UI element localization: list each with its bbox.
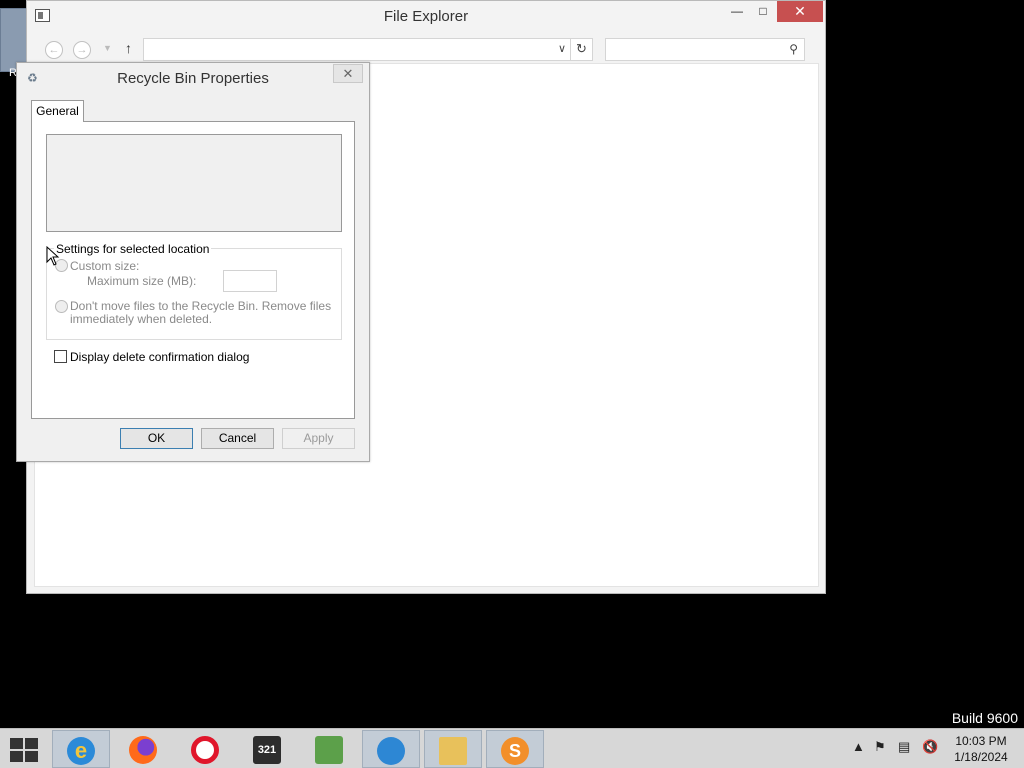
recycle-bin-properties-dialog: ♻ Recycle Bin Properties ✕ General Setti… [16,62,370,462]
taskbar-opera[interactable] [176,730,234,768]
refresh-icon[interactable]: ↻ [570,39,592,60]
internet-explorer-icon: e [67,737,95,765]
taskbar-media-player[interactable]: 321 [238,730,296,768]
address-bar[interactable]: ∨ ↻ [143,38,593,61]
forward-arrow-icon[interactable]: → [73,41,91,59]
cancel-button[interactable]: Cancel [201,428,274,449]
taskbar-thunderbird[interactable] [362,730,420,768]
network-icon[interactable]: ▤ [898,739,910,755]
system-clock[interactable]: 10:03 PM 1/18/2024 [948,733,1014,765]
location-settings-group: Settings for selected location Custom si… [46,242,342,340]
recent-locations-chevron-icon[interactable]: ▼ [103,43,112,53]
ok-button[interactable]: OK [120,428,193,449]
close-button[interactable]: ✕ [777,1,823,22]
package-installer-icon [315,736,343,764]
folder-icon [439,737,467,765]
dialog-close-button[interactable]: ✕ [333,64,363,83]
start-button[interactable] [10,738,40,762]
location-list[interactable] [46,134,342,232]
max-size-input[interactable] [223,270,277,292]
sublime-text-icon: S [501,737,529,765]
delete-confirmation-checkbox[interactable] [54,350,67,363]
windows-logo-icon [10,738,23,749]
custom-size-label: Custom size: [70,259,140,273]
minimize-button[interactable]: — [723,1,751,22]
clock-date: 1/18/2024 [954,750,1008,764]
show-hidden-icons-chevron-icon[interactable]: ▲ [852,739,865,754]
taskbar: e 321 S ▲ ⚑ ▤ 🔇 10:03 PM 1/18/2024 [0,728,1024,768]
search-icon[interactable]: ⚲ [789,42,798,56]
dialog-title: Recycle Bin Properties [117,70,269,87]
tab-general[interactable]: General [31,100,84,122]
dont-move-files-radio[interactable] [55,300,68,313]
taskbar-internet-explorer[interactable]: e [52,730,110,768]
apply-button[interactable]: Apply [282,428,355,449]
back-arrow-icon[interactable]: ← [45,41,63,59]
taskbar-sublime-text[interactable]: S [486,730,544,768]
dont-move-label-line2: immediately when deleted. [70,312,213,326]
group-label: Settings for selected location [54,242,212,256]
delete-confirmation-label[interactable]: Display delete confirmation dialog [70,350,249,364]
taskbar-file-explorer[interactable] [424,730,482,768]
window-title: File Explorer [383,8,469,25]
build-watermark: Build 9600 [951,710,1018,726]
thunderbird-icon [377,737,405,765]
up-arrow-icon[interactable]: ↑ [125,40,132,56]
firefox-icon [129,736,157,764]
clock-time: 10:03 PM [955,734,1007,748]
taskbar-package-installer[interactable] [300,730,358,768]
max-size-label: Maximum size (MB): [87,274,197,288]
action-center-flag-icon[interactable]: ⚑ [874,739,886,755]
navigation-bar: ← → ▼ ↑ ∨ ↻ ⚲ [33,37,819,63]
search-input[interactable]: ⚲ [605,38,805,61]
explorer-titlebar[interactable]: File Explorer — □ ✕ [27,1,825,33]
opera-icon [191,736,219,764]
taskbar-firefox[interactable] [114,730,172,768]
maximize-button[interactable]: □ [749,1,777,22]
media-player-classic-icon: 321 [253,736,281,764]
address-dropdown-chevron-icon[interactable]: ∨ [558,42,566,55]
volume-muted-icon[interactable]: 🔇 [922,739,938,755]
general-tab-panel: Settings for selected location Custom si… [31,121,355,419]
